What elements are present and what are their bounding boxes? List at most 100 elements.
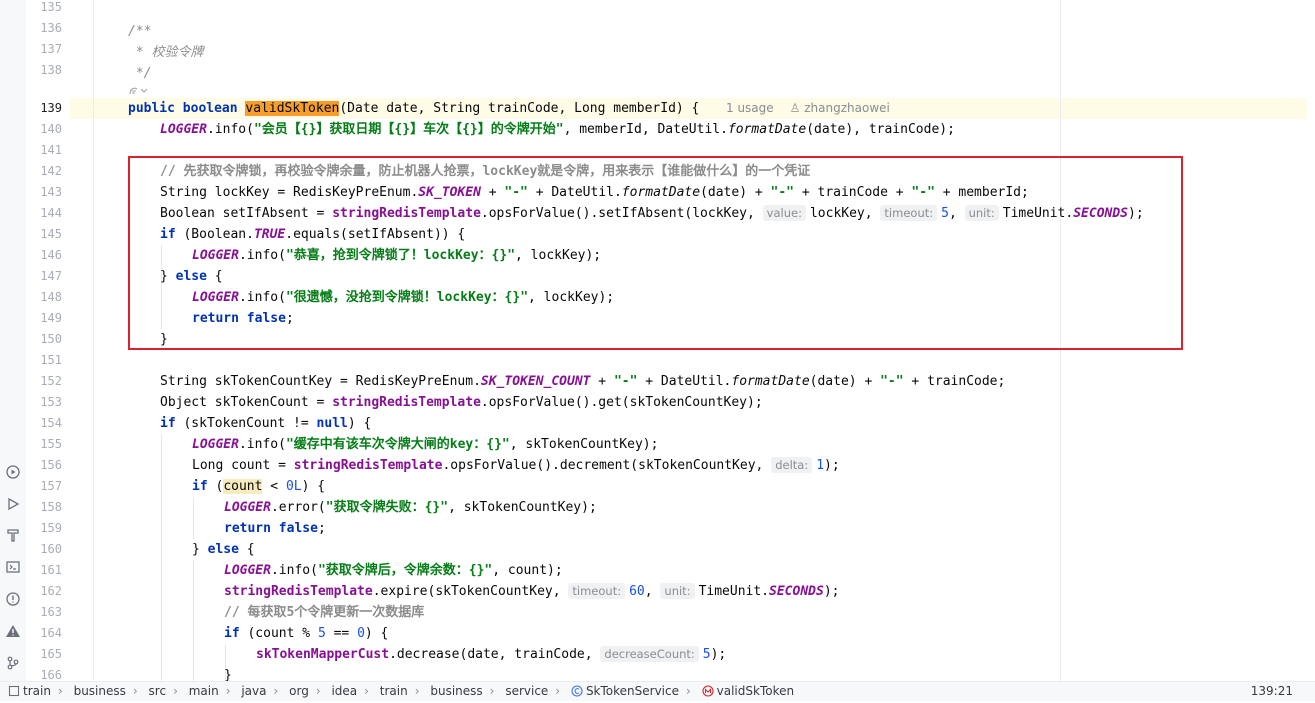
code-line-163-comment: // 每获取5个令牌更新一次数据库 [224, 605, 425, 620]
code-text: ) { [364, 626, 389, 641]
code-text: ); [824, 458, 840, 473]
logger-field: LOGGER [160, 122, 207, 137]
keyword: if [160, 416, 176, 431]
method-name-highlight[interactable]: validSkToken [245, 101, 340, 116]
breadcrumb-item[interactable]: main [189, 682, 219, 701]
chevron-right-icon: › [273, 684, 279, 698]
chevron-right-icon: › [414, 684, 420, 698]
code-line-155: LOGGER.info("缓存中有该车次令牌大闸的key：{}", skToke… [192, 434, 658, 455]
usages-link[interactable]: 1 usage [726, 101, 774, 115]
status-bar: train › business › src › main › java › org › i… [0, 681, 1315, 701]
code-text: , skTokenCountKey); [448, 500, 597, 515]
string-literal: "-" [613, 374, 638, 389]
code-line-164: if (count % 5 == 0) { [224, 623, 388, 644]
variable-highlight: count [223, 479, 263, 494]
code-line-166: } [224, 668, 232, 681]
code-text: , memberId, DateUtil. [563, 122, 728, 137]
code-text: { [238, 542, 255, 557]
code-text: , skTokenCountKey); [509, 437, 659, 452]
param-hint: timeout: [568, 583, 626, 599]
breadcrumb-item[interactable]: java [241, 682, 266, 701]
keyword: else [207, 542, 239, 557]
breadcrumb-item[interactable]: src [149, 682, 167, 701]
code-vision-lens[interactable]: 1 usage ♙ zhangzhaowei [726, 98, 890, 119]
number-literal: 1 [816, 458, 825, 473]
static-method: formatDate [727, 122, 807, 137]
breadcrumb-item[interactable]: business [430, 682, 482, 701]
code-line-138: */ [128, 66, 152, 81]
keyword: if [192, 479, 208, 494]
code-line-136: /** [128, 24, 152, 39]
keyword: return [224, 521, 271, 536]
breadcrumb-item[interactable]: train [23, 682, 51, 701]
code-line-152: String skTokenCountKey = RedisKeyPreEnum… [160, 371, 1005, 392]
keyword: if [224, 626, 240, 641]
string-literal: "缓存中有该车次令牌大闸的key：{}" [285, 437, 510, 452]
method-call: .info( [206, 122, 254, 137]
code-line-153: Object skTokenCount = stringRedisTemplat… [160, 392, 763, 413]
code-text: TimeUnit. [698, 584, 770, 599]
logger-field: LOGGER [224, 563, 271, 578]
code-line-162: stringRedisTemplate.expire(skTokenCountK… [224, 581, 839, 602]
code-text: ; [317, 521, 326, 536]
breadcrumb-item[interactable]: service [505, 682, 548, 701]
code-text: (date) + [809, 374, 881, 389]
chevron-right-icon: › [364, 684, 369, 698]
breadcrumb-item[interactable]: train [380, 682, 408, 701]
code-line-160: } else { [192, 539, 255, 560]
number-literal: 60 [629, 584, 645, 599]
chevron-right-icon: › [57, 684, 63, 698]
breadcrumb-item[interactable]: idea [331, 682, 357, 701]
code-text: + trainCode; [903, 374, 1006, 389]
code-text: (skTokenCount != [175, 416, 317, 431]
field-reference: skTokenMapperCust [256, 647, 390, 662]
code-text: String skTokenCountKey = RedisKeyPreEnum… [160, 374, 481, 389]
module-icon [8, 684, 20, 697]
code-text: == [325, 626, 358, 641]
param-hint: unit: [660, 583, 695, 599]
logger-field: LOGGER [192, 437, 239, 452]
chevron-right-icon: › [315, 684, 321, 698]
method-icon [702, 684, 714, 697]
code-line-157: if (count < 0L) { [192, 476, 325, 497]
breadcrumb-item[interactable]: business [74, 682, 126, 701]
cursor-position[interactable]: 139:21 [1251, 682, 1293, 701]
keyword: false [278, 521, 318, 536]
code-text: Object skTokenCount = [160, 395, 333, 410]
chevron-right-icon: › [686, 684, 691, 698]
code-line-165: skTokenMapperCust.decrease(date, trainCo… [256, 644, 726, 665]
code-text: ); [710, 647, 727, 662]
number-literal: 5 [702, 647, 711, 662]
number-literal: 5 [317, 626, 326, 641]
string-literal: "获取令牌后，令牌余数：{}" [317, 563, 493, 578]
method-params: (Date date, String trainCode, Long membe… [339, 101, 700, 116]
param-hint: delta: [771, 457, 813, 473]
keyword: public [128, 101, 175, 116]
code-text: Long count = [192, 458, 294, 473]
code-text: (date), trainCode); [806, 122, 955, 137]
breadcrumb-item[interactable]: org [289, 682, 309, 701]
code-line-161: LOGGER.info("获取令牌后，令牌余数：{}", count); [224, 560, 563, 581]
method-call: .error( [270, 500, 326, 515]
author-icon: ♙ [789, 101, 805, 115]
code-text: .expire(skTokenCountKey, [372, 584, 569, 599]
param-hint: decreaseCount: [600, 646, 699, 662]
code-text: , [644, 584, 661, 599]
chevron-right-icon: › [225, 684, 231, 698]
method-call: .info( [238, 437, 286, 452]
number-literal: 0 [357, 626, 365, 641]
code-line-140: LOGGER.info("会员【{}】获取日期【{}】车次【{}】的令牌开始",… [160, 119, 955, 140]
code-line-154: if (skTokenCount != null) { [160, 413, 371, 434]
chevron-right-icon: › [173, 684, 178, 698]
author-link[interactable]: zhangzhaowei [804, 101, 890, 115]
annotation-highlight-box [128, 156, 1183, 350]
code-text: .opsForValue().decrement(skTokenCountKey… [442, 458, 772, 473]
code-text: (count % [239, 626, 318, 641]
method-call: .info( [270, 563, 318, 578]
string-literal: "获取令牌失败：{}" [325, 500, 449, 515]
code-line-137: * 校验令牌 [128, 45, 204, 60]
code-text: .opsForValue().get(skTokenCountKey); [480, 395, 763, 410]
breadcrumb-item-class[interactable]: SkTokenService [586, 682, 679, 701]
breadcrumb-item-method[interactable]: validSkToken [717, 682, 794, 701]
string-literal: "会员【{}】获取日期【{}】车次【{}】的令牌开始" [253, 122, 564, 137]
